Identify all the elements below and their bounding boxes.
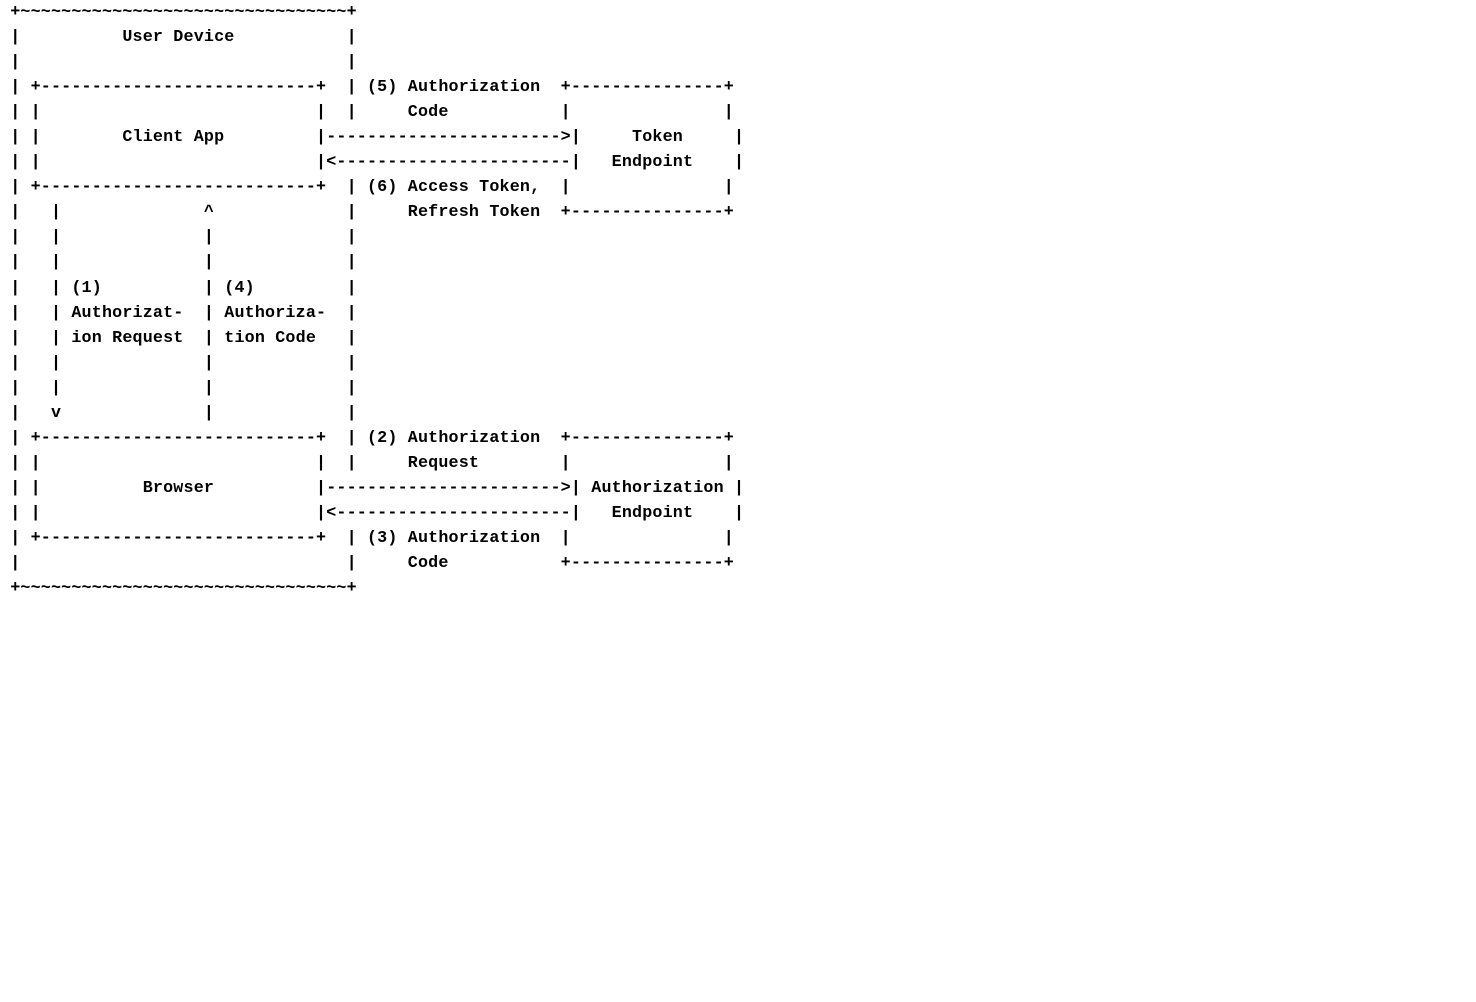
oauth-ascii-diagram: +~~~~~~~~~~~~~~~~~~~~~~~~~~~~~~~~+ | Use… bbox=[0, 0, 1476, 601]
